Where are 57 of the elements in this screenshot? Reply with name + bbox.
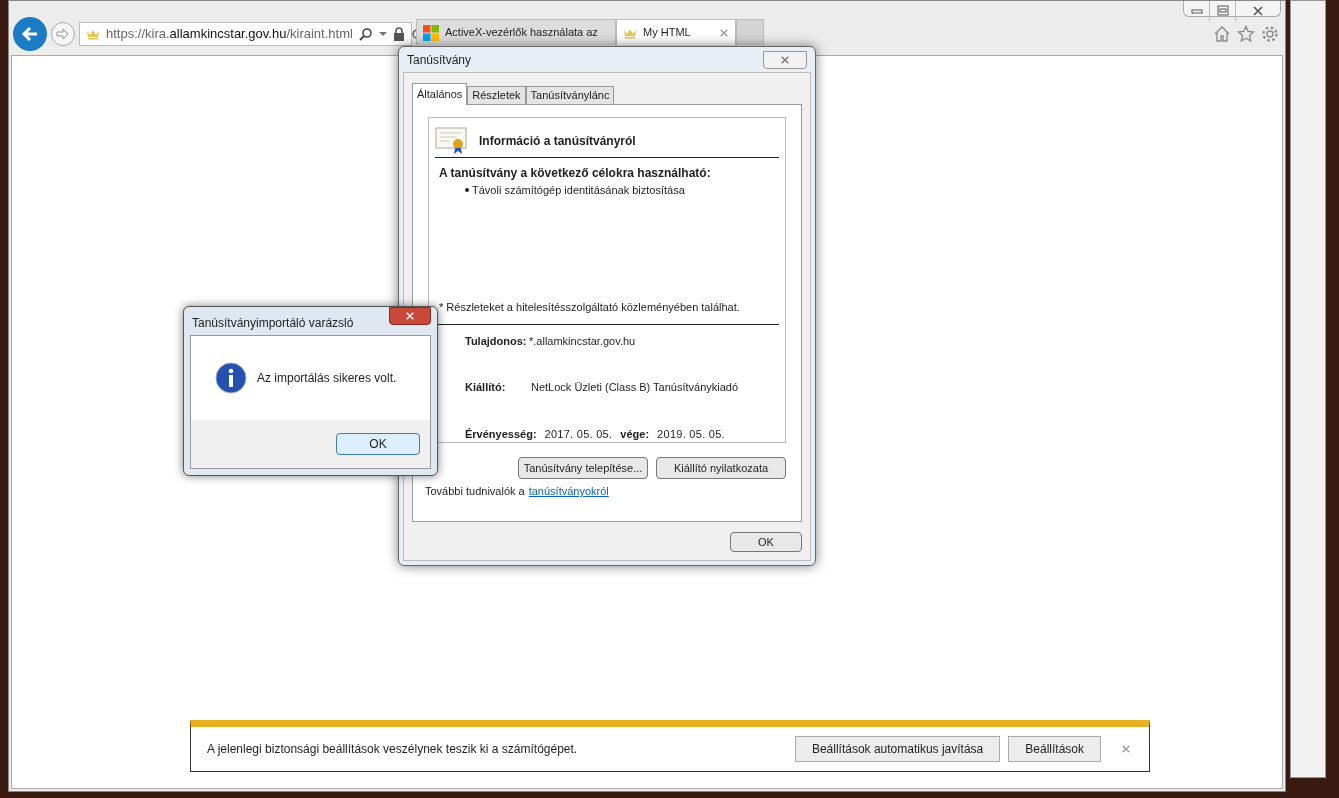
dropdown-caret-icon [378,30,387,38]
close-icon [780,54,790,65]
home-icon[interactable] [1213,25,1231,43]
settings-icon[interactable] [1261,25,1279,43]
field-value: *.allamkincstar.gov.hu [529,333,636,349]
tab-title: ActiveX-vezérlők használata az [445,25,598,41]
back-arrow-icon [20,24,40,44]
dialog-tab[interactable]: Általános [412,83,468,105]
ok-button[interactable]: OK [730,532,802,552]
settings-button[interactable]: Beállítások automatikus javítása [794,736,1001,762]
address-text: https://kira.allamkincstar.gov.hu/kiraint.html [106,25,353,44]
restore-icon [1216,5,1229,17]
dialog-title: Tanúsítványimportáló varázsló [192,315,354,332]
close-icon [1252,5,1264,17]
certificate-icon [435,126,469,155]
dialog-title: Tanúsítvány [407,51,472,69]
close-button[interactable] [763,50,807,69]
settings-button[interactable]: Beállítások [1008,736,1101,762]
field-value: 2019. 05. 05. [657,426,725,442]
dialog-tab[interactable]: Tanúsítványlánc [525,86,615,104]
new-tab-button[interactable] [736,19,764,45]
purpose-text: Távoli számítógép identitásának biztosítása [472,183,685,198]
field-label: Érvényesség: [465,426,537,442]
search-icon [358,27,373,41]
footnote-text: * Részleteket a hitelesítésszolgáltató közleményében találhat. [439,300,741,315]
message-text: Az importálás sikeres volt. [257,370,397,387]
field-label: Tulajdonos: [465,333,528,349]
crown-icon [86,28,100,40]
field-value: 2017. 05. 05. [544,426,613,442]
field-label: vége: [620,426,650,442]
bullet-icon [465,188,469,193]
browser-tab[interactable]: ActiveX-vezérlők használata az [416,19,616,45]
certificate-heading: Információ a tanúsítványról [479,132,636,150]
dialog-tab[interactable]: Részletek [467,86,526,104]
tab-title: My HTML [643,25,691,41]
dialog-button[interactable]: Kiállító nyilatkozata [656,457,786,479]
close-icon [405,311,415,321]
purposes-heading: A tanúsítvány a következő célokra használható: [439,165,712,182]
forward-button[interactable] [51,22,75,46]
field-label: Kiállító: [465,380,507,395]
field-value: NetLock Üzleti (Class B) Tanúsítványkiadó [531,380,739,395]
minimize-icon [1190,7,1203,15]
browser-tab[interactable]: My HTML [616,19,736,45]
info-icon [215,362,247,394]
back-button[interactable] [13,17,47,51]
close-icon [719,27,729,38]
certificates-link[interactable]: tanúsítványokról [528,483,609,500]
more-info-text: További tudnivalók a [425,484,525,499]
lock-icon [392,27,405,41]
close-button[interactable] [389,307,431,325]
notification-message: A jelenlegi biztonsági beállítások veszélynek teszik ki a számítógépet. [207,741,578,758]
close-icon [1121,744,1131,754]
forward-arrow-icon [56,27,70,41]
ok-button[interactable]: OK [336,433,420,455]
windows-logo-icon [423,24,439,41]
dialog-button[interactable]: Tanúsítvány telepítése... [518,457,648,479]
star-icon[interactable] [1237,25,1255,43]
